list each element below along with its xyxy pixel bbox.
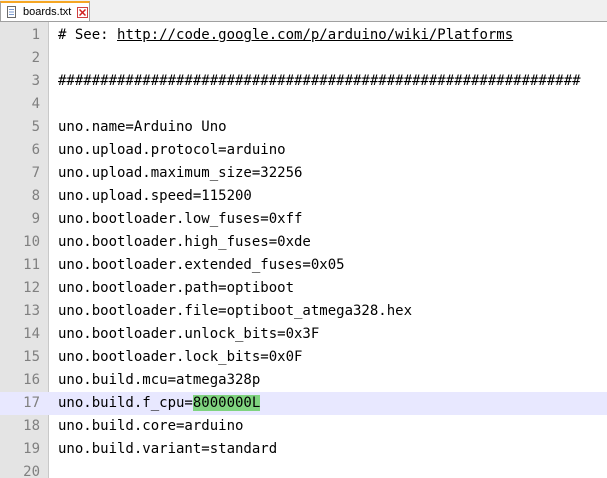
line-number: 8 — [31, 188, 40, 204]
line-text: uno.build.variant=standard — [58, 438, 277, 461]
line-text: uno.bootloader.unlock_bits=0x3F — [58, 323, 319, 346]
line-number: 10 — [23, 234, 40, 250]
editor-line[interactable]: 12 uno.bootloader.path=optiboot — [0, 277, 607, 300]
tab-bar: boards.txt — [0, 0, 607, 22]
code-text: uno.bootloader.high_fuses=0xde — [58, 234, 311, 250]
editor-line[interactable]: 5 uno.name=Arduino Uno — [0, 116, 607, 139]
url-link[interactable]: http://code.google.com/p/arduino/wiki/Pl… — [117, 27, 513, 43]
code-text: uno.bootloader.path=optiboot — [58, 280, 295, 296]
line-number: 6 — [31, 142, 40, 158]
line-number: 20 — [23, 464, 40, 478]
line-number: 14 — [23, 326, 40, 342]
editor-lines: 1 # See: http://code.google.com/p/arduino… — [0, 24, 607, 478]
editor-line[interactable]: 20 — [0, 461, 607, 478]
editor-line[interactable]: 2 — [0, 47, 607, 70]
editor-line[interactable]: 19 uno.build.variant=standard — [0, 438, 607, 461]
editor-line[interactable]: 18 uno.build.core=arduino — [0, 415, 607, 438]
code-text: uno.build.f_cpu= — [58, 395, 193, 411]
line-number: 5 — [31, 119, 40, 135]
code-text: uno.upload.maximum_size=32256 — [58, 165, 303, 181]
editor-line-current[interactable]: 17 uno.build.f_cpu=8000000L — [0, 392, 607, 415]
editor-line[interactable]: 1 # See: http://code.google.com/p/arduino… — [0, 24, 607, 47]
line-number: 12 — [23, 280, 40, 296]
selection-highlight: 8000000L — [192, 395, 261, 411]
editor-line[interactable]: 9 uno.bootloader.low_fuses=0xff — [0, 208, 607, 231]
file-icon — [6, 6, 18, 18]
line-text: uno.build.core=arduino — [58, 415, 243, 438]
code-text: uno.bootloader.low_fuses=0xff — [58, 211, 303, 227]
line-text: uno.upload.maximum_size=32256 — [58, 162, 302, 185]
code-text: uno.build.mcu=atmega328p — [58, 372, 261, 388]
editor-line[interactable]: 3 #######################################… — [0, 70, 607, 93]
line-text: uno.bootloader.file=optiboot_atmega328.h… — [58, 300, 412, 323]
line-text: uno.bootloader.high_fuses=0xde — [58, 231, 311, 254]
line-number: 17 — [23, 395, 40, 411]
editor-line[interactable]: 14 uno.bootloader.unlock_bits=0x3F — [0, 323, 607, 346]
code-text: uno.upload.speed=115200 — [58, 188, 252, 204]
tab-label: boards.txt — [23, 6, 72, 18]
line-number: 15 — [23, 349, 40, 365]
line-text: uno.bootloader.path=optiboot — [58, 277, 294, 300]
line-text: uno.bootloader.lock_bits=0x0F — [58, 346, 302, 369]
editor-line[interactable]: 6 uno.upload.protocol=arduino — [0, 139, 607, 162]
line-number: 11 — [23, 257, 40, 273]
code-text: uno.upload.protocol=arduino — [58, 142, 286, 158]
close-icon[interactable] — [77, 6, 89, 18]
editor-line[interactable]: 13 uno.bootloader.file=optiboot_atmega328… — [0, 300, 607, 323]
code-text: uno.bootloader.file=optiboot_atmega328.h… — [58, 303, 413, 319]
line-text: uno.upload.speed=115200 — [58, 185, 252, 208]
code-text: ########################################… — [58, 73, 581, 89]
code-text: uno.bootloader.extended_fuses=0x05 — [58, 257, 345, 273]
line-text: uno.upload.protocol=arduino — [58, 139, 286, 162]
text-editor[interactable]: 1 # See: http://code.google.com/p/arduino… — [0, 22, 607, 478]
line-number: 3 — [31, 73, 40, 89]
line-text: uno.build.mcu=atmega328p — [58, 369, 260, 392]
line-number: 4 — [31, 96, 40, 112]
line-number: 7 — [31, 165, 40, 181]
code-text: # See: — [58, 27, 118, 43]
line-text: # See: http://code.google.com/p/arduino/… — [58, 24, 513, 47]
code-text: uno.bootloader.unlock_bits=0x3F — [58, 326, 320, 342]
line-text: ########################################… — [58, 70, 581, 93]
tab-boards-txt[interactable]: boards.txt — [0, 1, 90, 21]
line-text: uno.name=Arduino Uno — [58, 116, 227, 139]
line-text: uno.bootloader.low_fuses=0xff — [58, 208, 302, 231]
line-number: 19 — [23, 441, 40, 457]
line-number: 9 — [31, 211, 40, 227]
editor-line[interactable]: 16 uno.build.mcu=atmega328p — [0, 369, 607, 392]
editor-line[interactable]: 10 uno.bootloader.high_fuses=0xde — [0, 231, 607, 254]
editor-line[interactable]: 15 uno.bootloader.lock_bits=0x0F — [0, 346, 607, 369]
line-number: 16 — [23, 372, 40, 388]
line-number: 18 — [23, 418, 40, 434]
editor-line[interactable]: 11 uno.bootloader.extended_fuses=0x05 — [0, 254, 607, 277]
editor-line[interactable]: 4 — [0, 93, 607, 116]
code-text: uno.bootloader.lock_bits=0x0F — [58, 349, 303, 365]
line-number: 1 — [31, 27, 40, 43]
line-text: uno.build.f_cpu=8000000L — [58, 392, 261, 415]
line-number: 2 — [31, 50, 40, 66]
code-text: uno.build.core=arduino — [58, 418, 244, 434]
editor-line[interactable]: 7 uno.upload.maximum_size=32256 — [0, 162, 607, 185]
code-text: uno.name=Arduino Uno — [58, 119, 227, 135]
line-number: 13 — [23, 303, 40, 319]
code-text: uno.build.variant=standard — [58, 441, 278, 457]
line-text: uno.bootloader.extended_fuses=0x05 — [58, 254, 345, 277]
editor-line[interactable]: 8 uno.upload.speed=115200 — [0, 185, 607, 208]
